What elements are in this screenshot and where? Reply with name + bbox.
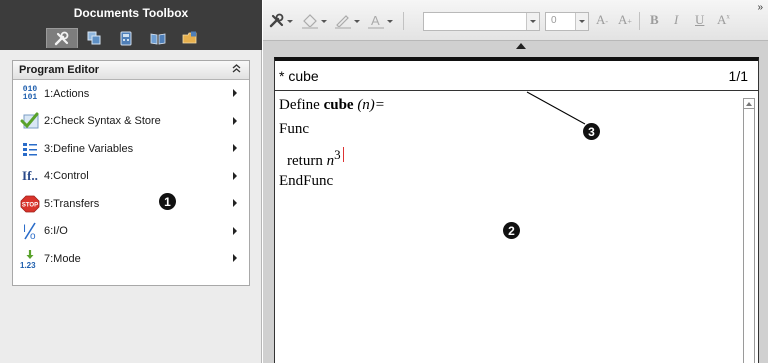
callout-2: 2 [503, 222, 520, 239]
actions-icon: 010 101 [22, 84, 38, 102]
mode-icon: 1.23 [19, 249, 41, 269]
menu-item-define-variables[interactable]: 3:Define Variables [13, 135, 249, 163]
callout-leader-line [526, 91, 586, 125]
io-icon: I o [19, 221, 41, 241]
svg-text:I: I [23, 223, 26, 235]
menu-item-label: 4:Control [44, 170, 89, 183]
menu-item-check-syntax[interactable]: 2:Check Syntax & Store [13, 108, 249, 136]
submenu-arrow-icon [233, 89, 237, 97]
menu-item-io[interactable]: I o 6:I/O [13, 218, 249, 246]
menu-item-label: 7:Mode [44, 252, 81, 265]
callout-1: 1 [159, 193, 176, 210]
menu-item-actions[interactable]: 010 101 1:Actions [13, 80, 249, 108]
submenu-arrow-icon [233, 144, 237, 152]
submenu-arrow-icon [233, 116, 237, 125]
submenu-arrow-icon [233, 199, 237, 207]
control-icon: If.. [22, 168, 38, 184]
svg-text:1.23: 1.23 [20, 261, 36, 269]
program-editor-menu: Program Editor 010 101 1:Actions 2:Check … [12, 60, 250, 286]
scratchpad-icon [120, 31, 132, 45]
submenu-arrow-icon [233, 254, 237, 262]
transfers-stop-icon: STOP [19, 194, 41, 214]
menu-item-control[interactable]: If.. 4:Control [13, 163, 249, 191]
menu-item-label: 6:I/O [44, 225, 68, 238]
check-syntax-icon [19, 111, 41, 131]
svg-text:o: o [30, 231, 36, 240]
menu-item-label: 2:Check Syntax & Store [44, 115, 161, 128]
scratchpad-tab[interactable] [110, 28, 142, 48]
menu-item-label: 1:Actions [44, 87, 90, 100]
tools-icon [54, 31, 69, 45]
page-sorter-tab[interactable] [78, 28, 110, 48]
program-editor-workspace: A 0 A- A+ B I U Ax » * cube 1/1 Define c… [263, 0, 768, 363]
page-sorter-icon [87, 31, 101, 45]
menu-item-transfers[interactable]: STOP 5:Transfers [13, 190, 249, 218]
program-editor-title: Program Editor [19, 64, 100, 76]
toolbox-title: Documents Toolbox [73, 6, 189, 20]
documents-toolbox-panel: Documents Toolbox Program Editor 010 101… [0, 0, 262, 363]
utilities-icon [182, 31, 197, 44]
content-explorer-icon [150, 33, 166, 44]
define-variables-icon [19, 139, 41, 159]
submenu-arrow-icon [233, 171, 237, 180]
tools-tab[interactable] [46, 28, 78, 48]
toolbox-header: Documents Toolbox [0, 0, 262, 50]
submenu-arrow-icon [233, 226, 237, 235]
utilities-tab[interactable] [174, 28, 206, 48]
callout-3: 3 [583, 123, 600, 140]
content-explorer-tab[interactable] [142, 28, 174, 48]
program-editor-header[interactable]: Program Editor [13, 61, 249, 80]
svg-text:STOP: STOP [22, 202, 38, 208]
menu-item-mode[interactable]: 1.23 7:Mode [13, 245, 249, 273]
menu-item-label: 5:Transfers [44, 197, 100, 210]
toolbox-tabs [46, 28, 206, 48]
menu-item-label: 3:Define Variables [44, 142, 134, 155]
collapse-icon[interactable] [232, 63, 241, 78]
